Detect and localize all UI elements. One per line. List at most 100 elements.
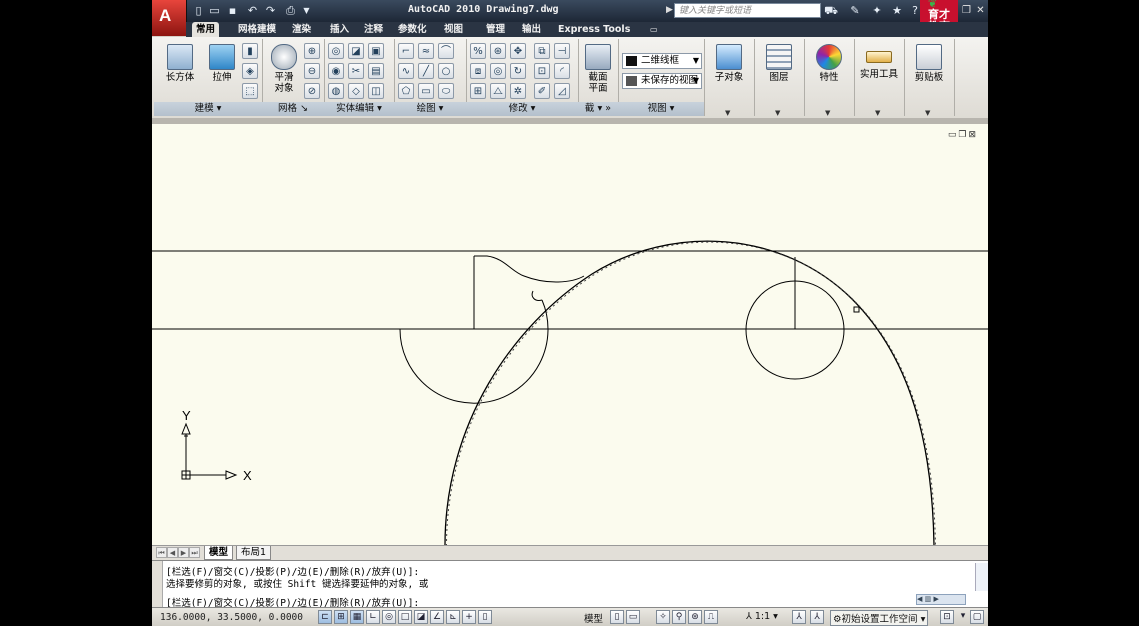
panel-title-solid-editing[interactable]: 实体编辑 ▾ xyxy=(324,102,394,116)
new-icon[interactable]: ▯ xyxy=(192,4,205,17)
annotation-visibility-icon[interactable]: ⅄ xyxy=(792,610,806,624)
section-plane-button[interactable]: 截面 平面 xyxy=(578,41,618,101)
polar-tracking-toggle[interactable]: ◎ xyxy=(382,610,396,624)
steering-wheel-icon[interactable]: ✧ xyxy=(656,610,670,624)
command-scrollbar[interactable] xyxy=(975,563,988,591)
save-icon[interactable]: ▪ xyxy=(226,4,239,17)
quick-view-layouts-icon[interactable]: ▯ xyxy=(610,610,624,624)
favorites-star-icon[interactable]: ★ xyxy=(890,4,904,18)
panel-title-mesh[interactable]: 网格 ↘ xyxy=(262,102,324,116)
toolbar-lock-icon[interactable]: ⊡ xyxy=(940,610,954,624)
copy-icon[interactable]: ⧉ xyxy=(534,43,550,59)
rotate-icon[interactable]: ↻ xyxy=(510,63,526,79)
command-line[interactable]: [栏选(F)/窗交(C)/投影(P)/边(E)/删除(R)/放弃(U)]: 选择… xyxy=(152,560,988,609)
workspace-switcher[interactable]: ⚙初始设置工作空间 ▾ xyxy=(830,610,929,626)
fillet-icon[interactable]: ◜ xyxy=(554,63,570,79)
tab-parametric[interactable]: 参数化 xyxy=(394,22,431,37)
search-input[interactable]: 键入关键字或短语 xyxy=(674,3,821,18)
tab-model[interactable]: 模型 xyxy=(204,546,234,560)
separate-icon[interactable]: ◪ xyxy=(348,43,364,59)
ortho-mode-toggle[interactable]: ∟ xyxy=(366,610,380,624)
snap-mode-toggle[interactable]: ⊞ xyxy=(334,610,348,624)
extrude-button[interactable]: 拉伸 xyxy=(202,41,242,101)
undo-icon[interactable]: ↶ xyxy=(246,4,259,17)
dynamic-ucs-toggle[interactable]: ⊾ xyxy=(446,610,460,624)
explode-icon[interactable]: ✲ xyxy=(510,83,526,99)
panel-title-view[interactable]: 视图 ▾ xyxy=(618,102,704,116)
redo-icon[interactable]: ↷ xyxy=(264,4,277,17)
offset-icon[interactable]: ◎ xyxy=(490,63,506,79)
panel-title-modeling[interactable]: 建模 ▾ xyxy=(154,102,262,116)
properties-button[interactable]: 特性 xyxy=(809,41,849,101)
mesh-smooth-more-icon[interactable]: ⊕ xyxy=(304,43,320,59)
quick-access-dropdown-icon[interactable]: ▼ xyxy=(300,4,313,17)
imprint-icon[interactable]: ▤ xyxy=(368,63,384,79)
pan-icon[interactable]: ⎍ xyxy=(704,610,718,624)
chevron-down-icon[interactable]: ▼ xyxy=(825,109,830,117)
polysolid-icon[interactable]: ▮ xyxy=(242,43,258,59)
circle-icon[interactable]: ○ xyxy=(438,63,454,79)
lineweight-toggle[interactable]: ▯ xyxy=(478,610,492,624)
named-view-combo[interactable]: 未保存的视图 ▼ xyxy=(622,73,702,89)
close-window-icon[interactable]: ✕ xyxy=(974,4,987,17)
tab-home[interactable]: 常用 xyxy=(192,22,220,37)
stretch-icon[interactable]: ⊡ xyxy=(534,63,550,79)
dynamic-input-toggle[interactable]: + xyxy=(462,610,476,624)
quick-view-drawings-icon[interactable]: ▭ xyxy=(626,610,640,624)
plot-icon[interactable]: ⎙ xyxy=(284,4,297,17)
prev-layout-icon[interactable]: ◀ xyxy=(167,547,178,558)
application-menu-button[interactable]: A xyxy=(152,0,187,36)
communication-icon[interactable]: ✦ xyxy=(870,4,884,18)
slice-icon[interactable]: ✂ xyxy=(348,63,364,79)
panel-title-section[interactable]: 截 ▾ » xyxy=(578,102,618,116)
extract-edges-icon[interactable]: ▣ xyxy=(368,43,384,59)
tab-render[interactable]: 渲染 xyxy=(288,22,315,37)
ribbon-minimize-icon[interactable]: ▭ xyxy=(646,22,662,37)
command-line-grip[interactable] xyxy=(152,561,163,608)
3d-object-snap-toggle[interactable]: ◪ xyxy=(414,610,428,624)
union-icon[interactable]: ◎ xyxy=(328,43,344,59)
tab-manage[interactable]: 管理 xyxy=(482,22,509,37)
showmotion-icon[interactable]: ⊛ xyxy=(688,610,702,624)
fillet-edge-icon[interactable]: ◫ xyxy=(368,83,384,99)
profile-curve[interactable] xyxy=(474,255,585,283)
rotate-3d-icon[interactable]: ⊛ xyxy=(490,43,506,59)
search-expand-icon[interactable]: ▶ xyxy=(666,5,673,15)
drawing-area[interactable]: Y X ▭❐⊠ xyxy=(152,124,988,545)
drawing-canvas[interactable]: Y X xyxy=(152,124,988,545)
spline-icon[interactable]: ≈ xyxy=(418,43,434,59)
scale-icon[interactable]: % xyxy=(470,43,486,59)
arc-icon[interactable]: ⌒ xyxy=(438,43,454,59)
smooth-object-button[interactable]: 平滑 对象 xyxy=(264,41,304,101)
mirror-icon[interactable]: ⧈ xyxy=(470,63,486,79)
mesh-refine-icon[interactable]: ⊘ xyxy=(304,83,320,99)
rectangle-icon[interactable]: ▭ xyxy=(418,83,434,99)
restore-window-icon[interactable]: ❐ xyxy=(960,4,973,17)
grid-display-toggle[interactable]: ▦ xyxy=(350,610,364,624)
annotation-scale[interactable]: ⅄ 1:1 ▾ xyxy=(746,611,778,622)
wrench-icon[interactable]: ✎ xyxy=(848,4,862,18)
infer-constraints-toggle[interactable]: ⊏ xyxy=(318,610,332,624)
chevron-down-icon[interactable]: ▼ xyxy=(775,109,780,117)
large-arc[interactable] xyxy=(444,240,935,545)
line-icon[interactable]: ╱ xyxy=(418,63,434,79)
next-layout-icon[interactable]: ▶ xyxy=(178,547,189,558)
ellipse-icon[interactable]: ⬭ xyxy=(438,83,454,99)
tab-insert[interactable]: 插入 xyxy=(326,22,353,37)
visual-style-combo[interactable]: 二维线框 ▼ xyxy=(622,53,702,69)
viewport-window-controls[interactable]: ▭❐⊠ xyxy=(948,130,978,140)
panel-title-modify[interactable]: 修改 ▾ xyxy=(466,102,578,116)
clean-screen-icon[interactable]: ▢ xyxy=(970,610,984,624)
tab-annotate[interactable]: 注释 xyxy=(360,22,387,37)
status-menu-icon[interactable]: ▾ xyxy=(956,610,970,624)
align-icon[interactable]: ⧍ xyxy=(490,83,506,99)
model-space-label[interactable]: 模型 xyxy=(584,611,603,625)
first-layout-icon[interactable]: ⏮ xyxy=(156,547,167,558)
binoculars-icon[interactable]: ⛟ xyxy=(824,4,838,18)
array-icon[interactable]: ⊞ xyxy=(470,83,486,99)
tab-layout1[interactable]: 布局1 xyxy=(236,546,272,560)
object-snap-tracking-toggle[interactable]: ∠ xyxy=(430,610,444,624)
layers-button[interactable]: 图层 xyxy=(759,41,799,101)
coordinate-readout[interactable]: 136.0000, 33.5000, 0.0000 xyxy=(160,612,303,623)
arc-tail-curve[interactable] xyxy=(531,290,543,301)
